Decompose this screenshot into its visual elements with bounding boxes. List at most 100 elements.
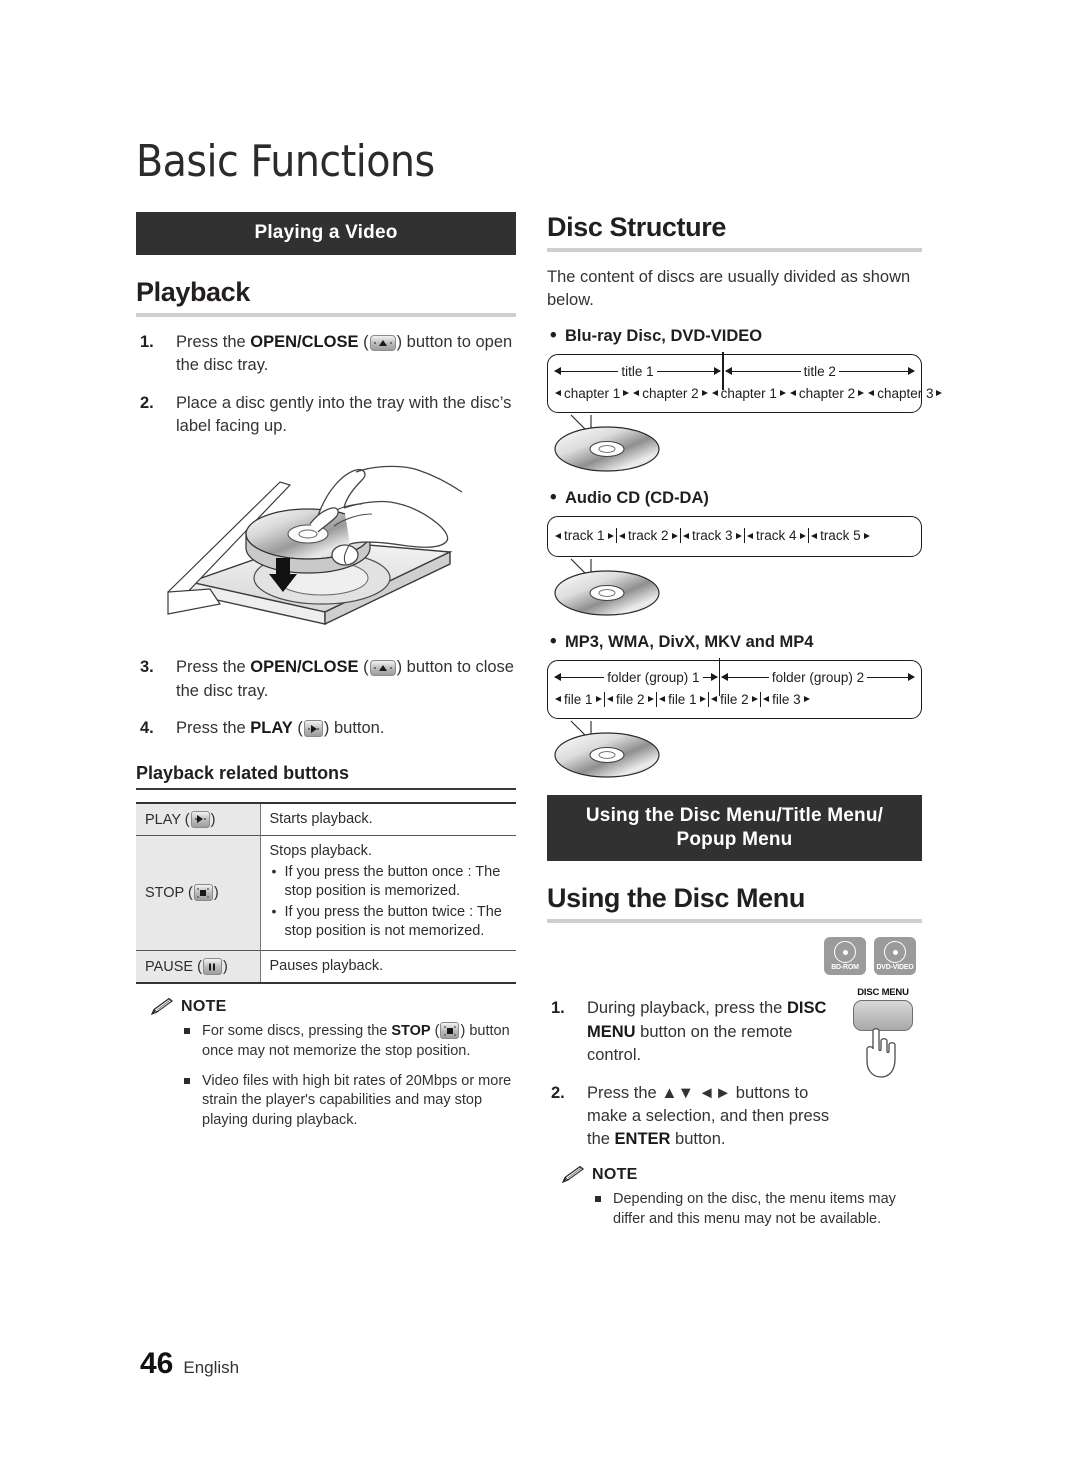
disc-tray-loading-illustration: [150, 452, 516, 652]
folder-span-2: folder (group) 2: [721, 669, 915, 685]
subsection-title-mp3: MP3, WMA, DivX, MKV and MP4: [549, 631, 922, 653]
stop-button-icon: [440, 1022, 460, 1040]
step-bold: PLAY: [250, 719, 293, 738]
section-banner-playing-a-video: Playing a Video: [136, 212, 516, 255]
step-text-pre: Press the: [176, 658, 251, 677]
key-paren-open: (: [188, 885, 193, 902]
key-label: STOP: [145, 885, 184, 902]
note-header: NOTE: [561, 1165, 922, 1184]
list-item: If you press the button twice : The stop…: [270, 902, 508, 941]
step-bold: OPEN/CLOSE: [250, 332, 359, 351]
cell-text: Starts playback.: [269, 810, 373, 827]
step-bold: ENTER: [614, 1130, 671, 1149]
heading-rule: [547, 919, 922, 924]
bd-rom-format-icon: BD-ROM: [824, 937, 866, 976]
list-item: 4. Press the PLAY () button.: [136, 717, 516, 740]
list-item: 2. Place a disc gently into the tray wit…: [136, 392, 516, 439]
step-text-pre: Place a disc gently into the tray with t…: [176, 393, 512, 436]
list-item: 2. Press the ▲▼ ◄► buttons to make a sel…: [547, 1082, 836, 1152]
table-cell-desc: Pauses playback.: [260, 951, 516, 984]
step-text-post: ) button.: [323, 719, 385, 738]
dvd-video-format-icon: DVD-VIDEO: [874, 937, 916, 976]
format-icon-label: BD-ROM: [831, 964, 859, 972]
diagram-label: file 2: [616, 691, 645, 707]
diagram-label: file 2: [720, 691, 749, 707]
section-banner-using-disc-menu: Using the Disc Menu/Title Menu/ Popup Me…: [547, 794, 922, 862]
diagram-label: track 2: [628, 528, 669, 544]
stop-button-icon: [193, 884, 213, 902]
diagram-label: folder (group) 2: [771, 669, 865, 685]
table-row: STOP () Stops playback. If you press the…: [136, 835, 516, 951]
diagram-bottom-row: file 1 file 2 file 1 file 2 file 3: [555, 688, 914, 711]
diagram-top-row: folder (group) 1 folder (group) 2: [553, 658, 915, 697]
diagram-label: title 1: [621, 363, 654, 379]
left-column: Playing a Video Playback 1. Press the OP…: [136, 212, 516, 1141]
heading-rule: [136, 312, 516, 317]
list-item: If you press the button once : The stop …: [270, 862, 508, 901]
diagram-label: chapter 2: [798, 385, 856, 401]
list-item: Video files with high bit rates of 20Mbp…: [184, 1072, 516, 1131]
step-number: 1.: [140, 332, 154, 351]
note-bold: STOP: [391, 1023, 431, 1040]
step-text-pre: Press the: [176, 332, 251, 351]
manual-page: Basic Functions Playing a Video Playback…: [0, 0, 1080, 1477]
step-number: 2.: [551, 1083, 565, 1102]
note-header: NOTE: [150, 998, 516, 1016]
disc-pointer-illustration: [551, 719, 922, 781]
playback-steps-list: 1. Press the OPEN/CLOSE () button to ope…: [136, 331, 516, 439]
diagram-label: file 1: [668, 691, 697, 707]
key-paren-close: ): [222, 959, 228, 976]
key-paren-open: (: [197, 959, 202, 976]
list-item: Depending on the disc, the menu items ma…: [595, 1190, 922, 1229]
note-list: For some discs, pressing the STOP () but…: [184, 1022, 516, 1131]
title-span-1: title 1: [553, 363, 722, 379]
step-bold: OPEN/CLOSE: [250, 658, 359, 677]
pencil-note-icon: [150, 998, 173, 1016]
title-span-2: title 2: [724, 364, 916, 379]
diagram-label: folder (group) 1: [607, 669, 700, 685]
key-paren-close: ): [213, 885, 219, 902]
disc-menu-steps-block: BD-ROM DVD-VIDEO DISC MENU 1. During pla…: [547, 937, 922, 1152]
step-text-mid: (: [358, 332, 369, 351]
heading-playback: Playback: [136, 276, 250, 307]
diagram-label: file 1: [564, 691, 593, 707]
table-cell-key: STOP (): [136, 835, 261, 951]
key-label: PLAY: [145, 811, 181, 828]
diagram-bottom-row: chapter 1 chapter 2 chapter 1 chapter 2 …: [555, 382, 943, 405]
right-column: Disc Structure The content of discs are …: [547, 212, 943, 1239]
page-language: English: [183, 1358, 240, 1377]
note-list: Depending on the disc, the menu items ma…: [595, 1190, 922, 1229]
list-item: 3. Press the OPEN/CLOSE () button to clo…: [136, 656, 516, 703]
key-paren-close: ): [210, 811, 216, 828]
diagram-bottom-row: track 1 track 2 track 3 track 4 track 5: [555, 523, 914, 549]
step-text-pre: Press the: [176, 719, 251, 738]
step-number: 1.: [551, 999, 565, 1018]
step-number: 3.: [140, 658, 154, 677]
diagram-label: file 3: [772, 691, 801, 707]
diagram-label: track 4: [756, 528, 797, 544]
heading-disc-structure: Disc Structure: [547, 212, 726, 242]
diagram-label: track 1: [564, 528, 605, 544]
note-text-mid: (: [430, 1023, 440, 1040]
playback-steps-list-2: 3. Press the OPEN/CLOSE () button to clo…: [136, 656, 516, 740]
disc-structure-diagram-audiocd: track 1 track 2 track 3 track 4 track 5: [547, 515, 922, 557]
list-item: 1. During playback, press the DISC MENU …: [547, 997, 836, 1067]
folder-span-1: folder (group) 1: [553, 669, 718, 685]
disc-structure-diagram-mp3: folder (group) 1 folder (group) 2 file 1…: [547, 658, 922, 719]
note-label: NOTE: [592, 1165, 638, 1183]
step-text-pre: During playback, press the: [587, 999, 787, 1018]
remote-disc-menu-button: DISC MENU: [844, 987, 922, 1081]
page-footer: 46 English: [140, 1347, 239, 1381]
diagram-divider: [722, 352, 724, 391]
heading-playback-related-buttons: Playback related buttons: [136, 762, 350, 783]
remote-button-label: DISC MENU: [857, 987, 909, 999]
table-row: PAUSE () Pauses playback.: [136, 950, 516, 984]
note-text: Video files with high bit rates of 20Mbp…: [202, 1072, 512, 1129]
note-label: NOTE: [181, 998, 227, 1016]
table-cell-desc: Stops playback. If you press the button …: [260, 835, 516, 951]
cell-bullet-list: If you press the button once : The stop …: [270, 862, 508, 942]
key-paren-open: (: [184, 811, 190, 828]
heading-rule: [136, 787, 516, 790]
step-text-post: button.: [670, 1130, 726, 1149]
pause-button-icon: [202, 958, 222, 976]
